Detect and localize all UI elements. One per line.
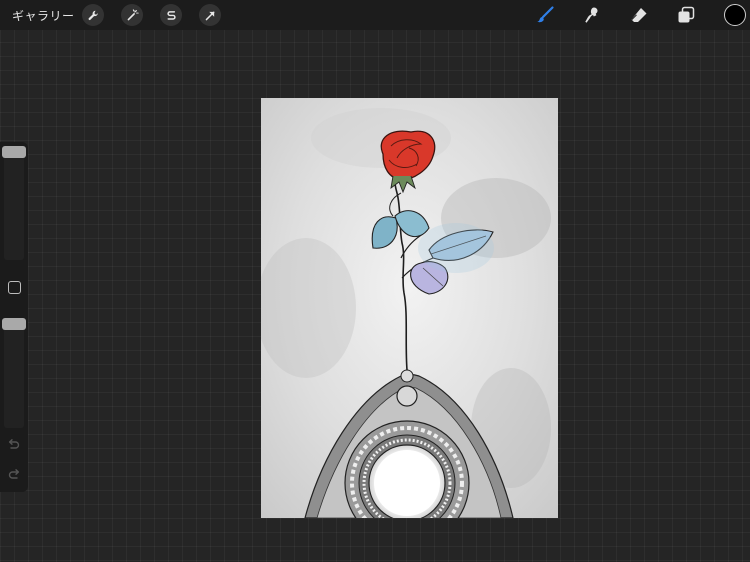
redo-icon[interactable]	[7, 468, 21, 482]
eraser-icon[interactable]	[627, 3, 651, 27]
modify-button[interactable]	[8, 281, 21, 294]
drawing-canvas[interactable]	[261, 98, 558, 518]
gallery-button[interactable]: ギャラリー	[12, 7, 75, 24]
brush-size-slider[interactable]	[4, 150, 24, 260]
rose-artwork	[261, 98, 558, 518]
brush-icon[interactable]	[533, 3, 557, 27]
smudge-icon[interactable]	[580, 3, 604, 27]
color-picker-button[interactable]	[724, 4, 746, 26]
left-sidebar	[0, 142, 28, 492]
wrench-icon[interactable]	[82, 4, 104, 26]
undo-icon[interactable]	[7, 438, 21, 452]
selection-s-icon[interactable]	[160, 4, 182, 26]
magic-wand-icon[interactable]	[121, 4, 143, 26]
opacity-slider[interactable]	[4, 318, 24, 428]
brush-size-slider-thumb[interactable]	[2, 146, 26, 158]
top-toolbar: ギャラリー	[0, 0, 750, 30]
transform-arrow-icon[interactable]	[199, 4, 221, 26]
layers-icon[interactable]	[674, 3, 698, 27]
opacity-slider-thumb[interactable]	[2, 318, 26, 330]
